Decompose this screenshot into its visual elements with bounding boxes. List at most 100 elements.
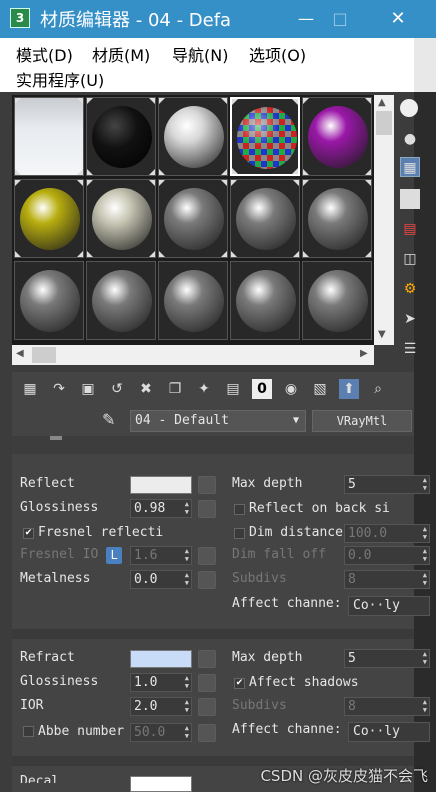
- slots-horizontal-scrollbar[interactable]: ◀ ▶: [12, 345, 374, 365]
- scroll-right-icon[interactable]: ▶: [360, 348, 368, 359]
- unique-icon[interactable]: ✦: [194, 379, 214, 399]
- sample-slot[interactable]: [86, 261, 156, 340]
- spinner-arrows-icon: ▲ ▼: [184, 724, 189, 740]
- metalness-spinner[interactable]: 0.0 ▲ ▼: [130, 570, 192, 589]
- rollout-top-edge: [12, 436, 414, 454]
- dim-falloff-value: 0.0: [348, 548, 372, 563]
- make-preview-icon[interactable]: ◫: [400, 249, 420, 269]
- reflect-back-side-label: Reflect on back si: [249, 501, 390, 516]
- sample-slot[interactable]: [230, 179, 300, 258]
- material-type-button[interactable]: VRayMtl: [312, 410, 412, 432]
- refract-glossiness-spinner[interactable]: 1.0 ▲ ▼: [130, 673, 192, 692]
- reflect-affect-channels-dropdown[interactable]: Co··ly: [348, 596, 430, 616]
- spinner-arrows-icon[interactable]: ▲ ▼: [185, 674, 189, 690]
- scroll-up-icon[interactable]: ▲: [378, 97, 386, 108]
- slot-corner-marker: [159, 169, 165, 175]
- sample-slot[interactable]: [158, 261, 228, 340]
- show-map-icon[interactable]: ◉: [281, 379, 301, 399]
- scroll-left-icon[interactable]: ◀: [16, 348, 24, 359]
- get-material-icon[interactable]: ▦: [20, 379, 40, 399]
- delete-icon[interactable]: ✖: [136, 379, 156, 399]
- refract-color-swatch[interactable]: [130, 650, 192, 668]
- reflect-color-swatch[interactable]: [130, 476, 192, 494]
- spinner-arrows-icon: ▲ ▼: [422, 547, 427, 563]
- put-to-scene-icon[interactable]: ↷: [49, 379, 69, 399]
- minimize-icon[interactable]: —: [294, 8, 318, 30]
- ior-spinner[interactable]: 2.0 ▲ ▼: [130, 697, 192, 716]
- slot-corner-marker: [77, 169, 83, 175]
- reflect-map-button[interactable]: [198, 476, 216, 494]
- put-to-library-icon[interactable]: ▤: [223, 379, 243, 399]
- spinner-arrows-icon: ▲ ▼: [422, 571, 427, 587]
- sample-slot[interactable]: [86, 179, 156, 258]
- sample-slot[interactable]: [14, 261, 84, 340]
- reflect-max-depth-spinner[interactable]: 5 ▲ ▼: [344, 475, 430, 494]
- fresnel-checkbox[interactable]: ✔: [23, 528, 34, 539]
- sample-uv-tiling-icon[interactable]: [400, 189, 420, 209]
- material-id-icon[interactable]: 0: [252, 379, 272, 399]
- spinner-arrows-icon[interactable]: ▲ ▼: [423, 650, 427, 666]
- background-checker-icon[interactable]: ▦: [400, 157, 420, 177]
- pick-material-icon[interactable]: ⌕: [368, 379, 388, 399]
- reflect-glossiness-spinner[interactable]: 0.98 ▲ ▼: [130, 499, 192, 518]
- eyedropper-icon[interactable]: ✎: [102, 410, 115, 429]
- sample-slot[interactable]: [230, 261, 300, 340]
- options-icon[interactable]: ⚙: [400, 279, 420, 299]
- next-section-color-swatch[interactable]: [130, 776, 192, 792]
- fresnel-ior-map-button[interactable]: [198, 547, 216, 565]
- make-copy-icon[interactable]: ❐: [165, 379, 185, 399]
- sample-slot[interactable]: [302, 179, 372, 258]
- refract-affect-channels-dropdown[interactable]: Co··ly: [348, 722, 430, 742]
- menu-material[interactable]: 材质(M): [92, 42, 150, 66]
- scroll-thumb[interactable]: [376, 111, 392, 135]
- reflect-glossiness-map-button[interactable]: [198, 500, 216, 518]
- spinner-arrows-icon[interactable]: ▲ ▼: [185, 500, 189, 516]
- fresnel-ior-lock-button[interactable]: L: [106, 547, 122, 564]
- close-icon[interactable]: ✕: [386, 8, 410, 30]
- sample-type-icon[interactable]: [400, 99, 418, 117]
- sample-slot[interactable]: [158, 179, 228, 258]
- menu-mode[interactable]: 模式(D): [16, 42, 73, 66]
- select-by-material-icon[interactable]: ➤: [400, 309, 420, 329]
- assign-icon[interactable]: ▣: [78, 379, 98, 399]
- sample-slot[interactable]: [302, 97, 372, 176]
- dim-distance-checkbox[interactable]: [234, 528, 245, 539]
- sample-slot[interactable]: [86, 97, 156, 176]
- metalness-map-button[interactable]: [198, 571, 216, 589]
- video-color-check-icon[interactable]: ▤: [400, 219, 420, 239]
- metalness-label: Metalness: [20, 571, 91, 586]
- go-parent-icon[interactable]: ⬆: [339, 379, 359, 399]
- menu-options[interactable]: 选项(O): [249, 42, 306, 66]
- sample-slot[interactable]: [14, 97, 84, 176]
- sample-slot[interactable]: [302, 261, 372, 340]
- show-shaded-icon[interactable]: ▧: [310, 379, 330, 399]
- material-navigator-icon[interactable]: ☰: [400, 339, 420, 359]
- menu-navigation[interactable]: 导航(N): [172, 42, 228, 66]
- sample-slot[interactable]: [14, 179, 84, 258]
- hscroll-thumb[interactable]: [32, 347, 56, 363]
- refract-max-depth-spinner[interactable]: 5 ▲ ▼: [344, 649, 430, 668]
- abbe-map-button[interactable]: [198, 724, 216, 742]
- dim-distance-spinner: 100.0 ▲ ▼: [344, 524, 430, 543]
- refract-map-button[interactable]: [198, 650, 216, 668]
- refract-glossiness-map-button[interactable]: [198, 674, 216, 692]
- reset-icon[interactable]: ↺: [107, 379, 127, 399]
- spinner-arrows-icon[interactable]: ▲ ▼: [423, 476, 427, 492]
- fresnel-ior-value: 1.6: [134, 548, 158, 563]
- sample-slot[interactable]: [158, 97, 228, 176]
- spinner-arrows-icon[interactable]: ▲ ▼: [185, 571, 189, 587]
- sample-slot[interactable]: [230, 97, 300, 176]
- material-name-field[interactable]: 04 - Default ▼: [130, 410, 306, 432]
- spinner-arrows-icon[interactable]: ▲ ▼: [185, 698, 189, 714]
- backlight-icon[interactable]: ●: [400, 129, 420, 149]
- scroll-down-icon[interactable]: ▼: [378, 329, 386, 340]
- affect-shadows-checkbox[interactable]: ✔: [234, 678, 245, 689]
- ior-map-button[interactable]: [198, 698, 216, 716]
- menu-utilities[interactable]: 实用程序(U): [16, 67, 104, 91]
- slot-corner-marker: [303, 169, 309, 175]
- title-bar[interactable]: 3 材质编辑器 - 04 - Defa — □ ✕: [0, 0, 436, 38]
- slots-vertical-scrollbar[interactable]: ▲ ▼: [374, 95, 394, 345]
- reflect-back-side-checkbox[interactable]: [234, 504, 245, 515]
- abbe-checkbox[interactable]: [23, 726, 34, 737]
- chevron-down-icon[interactable]: ▼: [293, 411, 299, 431]
